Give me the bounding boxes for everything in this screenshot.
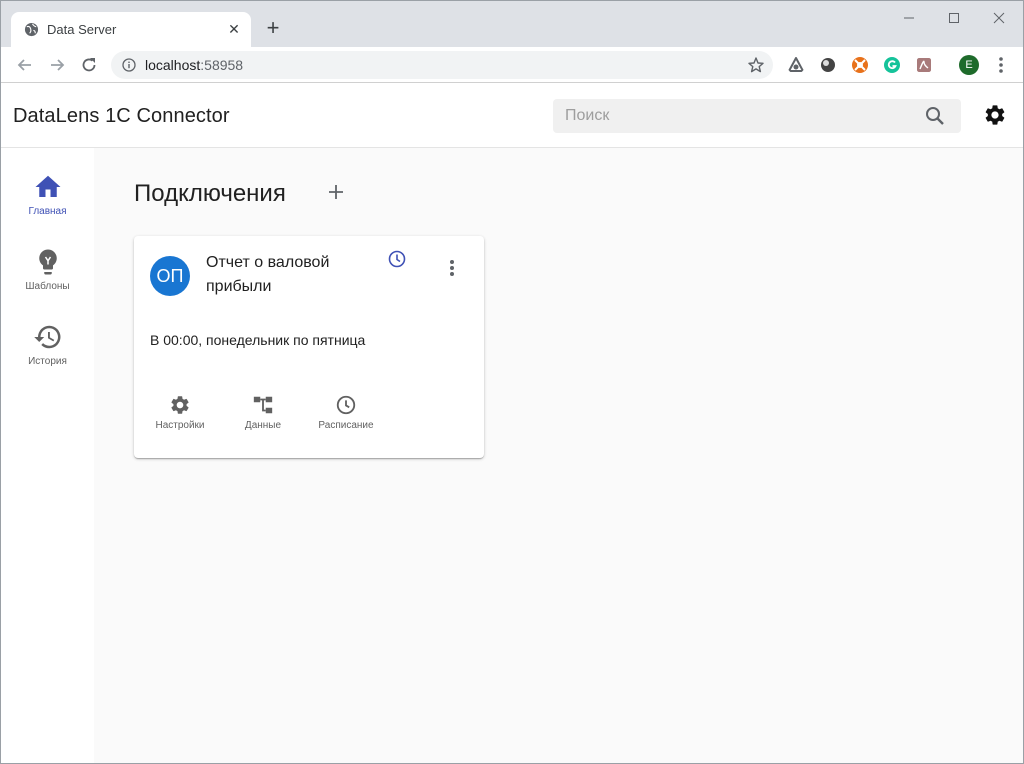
connection-card[interactable]: ОП Отчет о валовой прибыли В 00:00, поне…: [134, 236, 484, 458]
search-input[interactable]: [553, 99, 913, 133]
maximize-icon[interactable]: [944, 11, 964, 27]
page-title: Подключения: [134, 180, 286, 207]
sidebar-item-templates[interactable]: Шаблоны: [1, 247, 94, 309]
data-tree-icon: [253, 396, 273, 414]
pdf-ext-icon[interactable]: [915, 56, 933, 74]
sidebar-item-label: Шаблоны: [25, 281, 70, 292]
forward-arrow-icon[interactable]: [47, 55, 67, 75]
app-root: DataLens 1C Connector Главная: [1, 84, 1023, 763]
address-bar[interactable]: localhost:58958: [111, 51, 773, 79]
sidebar: Главная Шаблоны История: [1, 148, 94, 763]
browser-window: Data Server ✕ + localhost:58958 E DataLe…: [0, 0, 1024, 764]
gear-icon: [171, 396, 189, 414]
url-text: localhost:58958: [145, 57, 243, 73]
sidebar-item-home[interactable]: Главная: [1, 172, 94, 234]
action-label: Данные: [244, 420, 282, 431]
main-content: Подключения ОП Отчет о валовой прибыли В…: [94, 148, 1023, 763]
app-title: DataLens 1C Connector: [13, 105, 230, 127]
action-label: Настройки: [155, 420, 205, 431]
clock-icon: [336, 395, 356, 415]
minimize-icon[interactable]: [899, 11, 919, 27]
sidebar-item-history[interactable]: История: [1, 322, 94, 384]
browser-menu-icon[interactable]: [997, 55, 1005, 75]
bookmark-star-icon[interactable]: [747, 56, 765, 74]
search-icon[interactable]: [925, 106, 945, 126]
history-icon: [34, 325, 61, 349]
lifesaver-ext-icon[interactable]: [851, 56, 869, 74]
add-connection-icon[interactable]: [326, 182, 346, 202]
grammarly-ext-icon[interactable]: [883, 56, 901, 74]
new-tab-button[interactable]: +: [263, 17, 283, 39]
schedule-clock-icon: [388, 250, 406, 268]
dolphin-ext-icon[interactable]: [787, 56, 805, 74]
card-schedule-description: В 00:00, понедельник по пятница: [150, 332, 366, 348]
card-title: Отчет о валовой прибыли: [206, 254, 330, 295]
url-host: localhost: [145, 57, 201, 73]
home-icon: [35, 175, 61, 197]
globe-icon: [24, 22, 39, 37]
tab-title: Data Server: [47, 22, 117, 37]
sidebar-item-label: История: [28, 356, 67, 367]
search-box: [553, 99, 961, 133]
url-port: :58958: [200, 57, 244, 73]
lightbulb-icon: [39, 249, 57, 275]
settings-gear-icon[interactable]: [983, 103, 1007, 127]
schedule-action-button[interactable]: Расписание: [314, 394, 378, 434]
avatar: ОП: [150, 256, 190, 296]
close-window-icon[interactable]: [989, 11, 1009, 27]
action-label: Расписание: [318, 420, 374, 431]
back-arrow-icon[interactable]: [15, 55, 35, 75]
tab-strip: Data Server ✕ +: [1, 1, 1023, 47]
reload-icon[interactable]: [79, 55, 99, 75]
settings-action-button[interactable]: Настройки: [150, 394, 210, 434]
profile-avatar[interactable]: E: [959, 55, 979, 75]
sidebar-item-label: Главная: [28, 206, 67, 217]
close-tab-icon[interactable]: ✕: [225, 20, 243, 38]
more-vert-icon[interactable]: [444, 258, 460, 278]
circle-ext-icon[interactable]: [819, 56, 837, 74]
browser-tab[interactable]: Data Server ✕: [11, 12, 251, 47]
app-header: DataLens 1C Connector: [1, 84, 1023, 148]
browser-toolbar: localhost:58958 E: [1, 47, 1023, 83]
data-action-button[interactable]: Данные: [236, 394, 290, 434]
info-icon[interactable]: [122, 58, 136, 72]
